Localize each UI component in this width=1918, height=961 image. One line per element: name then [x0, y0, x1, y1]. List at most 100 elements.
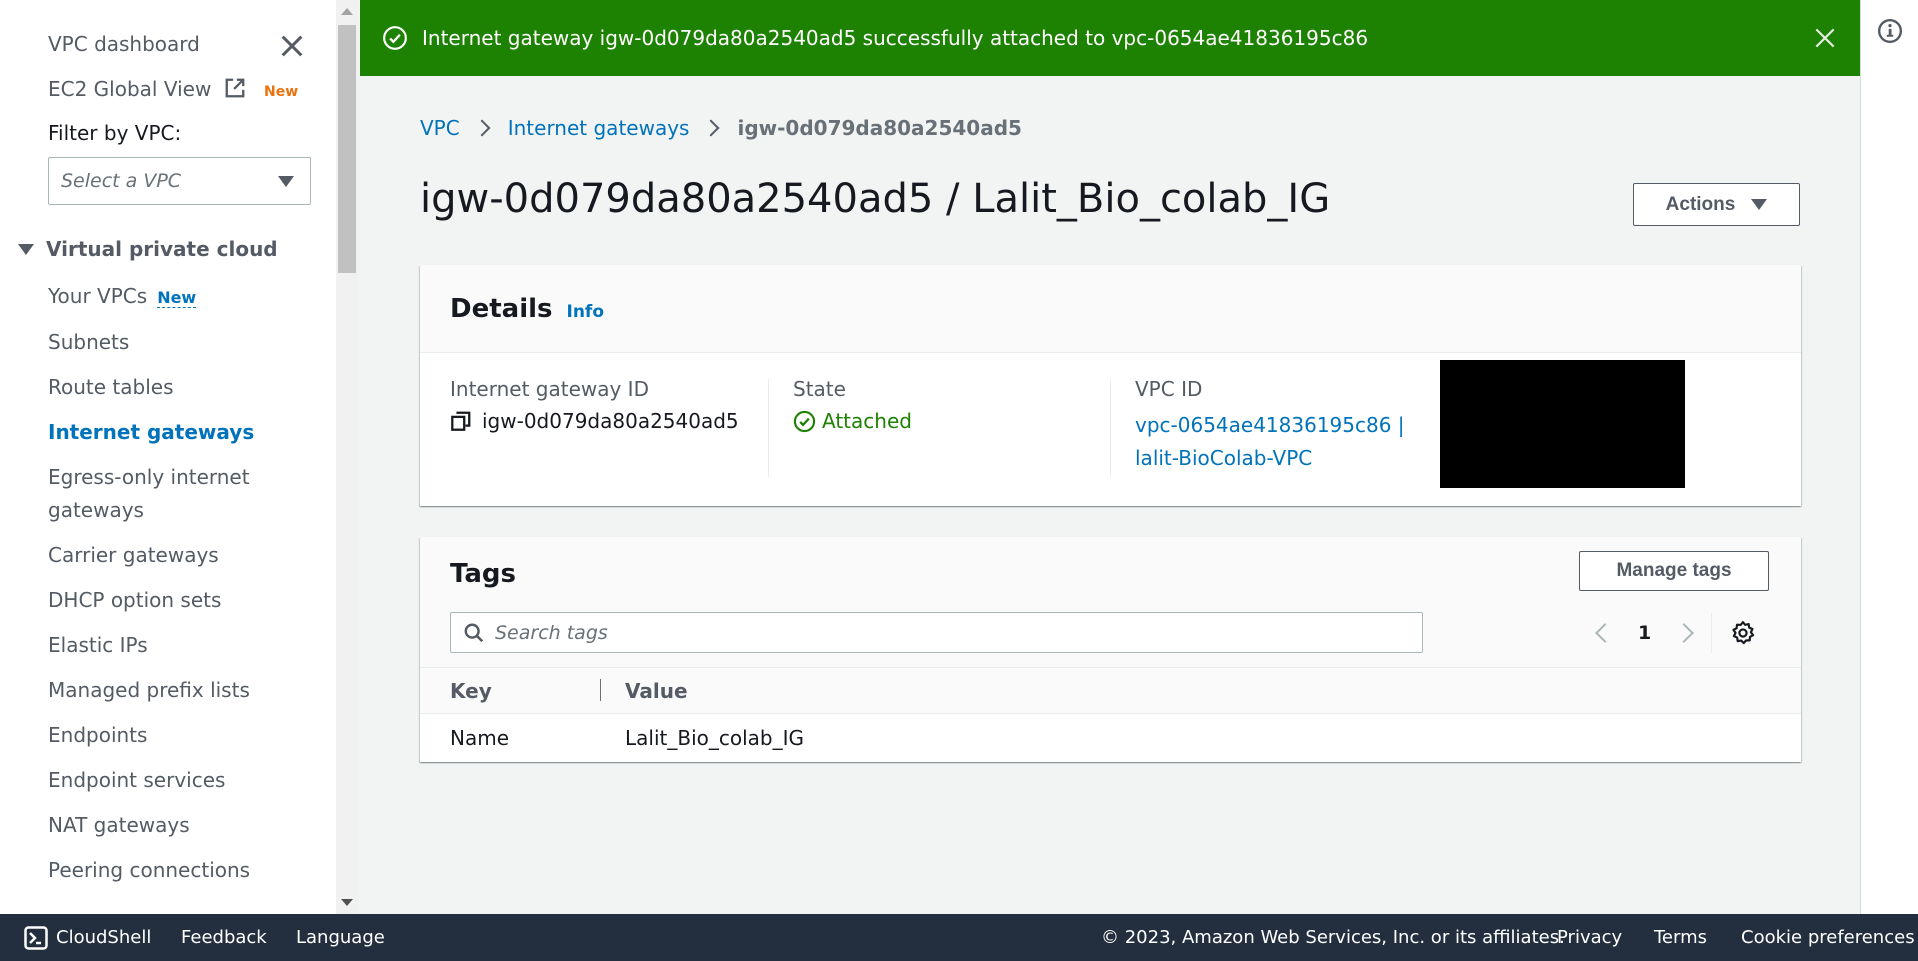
sidebar-item-elastic-ips[interactable]: Elastic IPs [48, 629, 318, 662]
column-header-value[interactable]: Value [625, 679, 688, 703]
sidebar-item-nat-gateways[interactable]: NAT gateways [48, 809, 318, 842]
details-body: Internet gateway ID igw-0d079da80a2540ad… [420, 353, 1801, 506]
sidebar-item-label: NAT gateways [48, 813, 190, 837]
tag-key-cell: Name [450, 725, 510, 750]
close-icon[interactable] [278, 32, 306, 60]
side-navigation: VPC dashboard EC2 Global View New Filter… [0, 0, 336, 914]
cloudshell-label: CloudShell [56, 927, 152, 948]
sidebar-item-endpoints[interactable]: Endpoints [48, 719, 318, 752]
cloudshell-button[interactable]: CloudShell [24, 925, 152, 950]
flash-message: Internet gateway igw-0d079da80a2540ad5 s… [422, 26, 1369, 50]
success-flash-banner: Internet gateway igw-0d079da80a2540ad5 s… [360, 0, 1860, 76]
sidebar-item-carrier-gateways[interactable]: Carrier gateways [48, 539, 318, 572]
vpc-filter-select[interactable]: Select a VPC [48, 157, 311, 205]
sidebar-vpc-dashboard[interactable]: VPC dashboard [48, 32, 200, 56]
sidebar-item-label: Managed prefix lists [48, 678, 250, 702]
sidebar-item-label: DHCP option sets [48, 588, 222, 612]
sidebar-item-label: Subnets [48, 330, 130, 354]
sidebar-item-managed-prefix-lists[interactable]: Managed prefix lists [48, 674, 318, 707]
sidebar-ec2-global-view[interactable]: EC2 Global View New [48, 77, 298, 101]
state-value: Attached [822, 409, 912, 433]
sidebar-item-label: Endpoints [48, 723, 148, 747]
cookie-preferences-link[interactable]: Cookie preferences [1741, 927, 1915, 948]
terms-link[interactable]: Terms [1654, 927, 1707, 948]
ec2-global-view-label: EC2 Global View [48, 77, 212, 101]
sidebar-section-virtual-private-cloud[interactable]: Virtual private cloud [18, 237, 278, 261]
column-header-key[interactable]: Key [450, 679, 492, 703]
sidebar-item-internet-gateways[interactable]: Internet gateways [48, 416, 318, 449]
sidebar-nav-list: Your VPCs New Subnets Route tables Intern… [48, 280, 318, 899]
vpc-id-label: VPC ID [1135, 377, 1203, 401]
chevron-right-icon [473, 119, 491, 137]
sidebar-item-your-vpcs[interactable]: Your VPCs New [48, 280, 318, 314]
vpc-name-link[interactable]: lalit-BioColab-VPC [1135, 442, 1405, 475]
sidebar-item-dhcp-option-sets[interactable]: DHCP option sets [48, 584, 318, 617]
vpc-id-link[interactable]: vpc-0654ae41836195c86 | [1135, 409, 1405, 442]
state-field: State Attached [793, 377, 912, 433]
breadcrumb-current: igw-0d079da80a2540ad5 [737, 116, 1022, 140]
scroll-down-arrow-icon[interactable] [341, 899, 353, 906]
state-label: State [793, 377, 846, 401]
breadcrumb-internet-gateways[interactable]: Internet gateways [508, 116, 690, 140]
details-title: Details [450, 293, 553, 324]
external-link-icon [225, 78, 245, 98]
tags-panel: Tags Manage tags 1 Key Value Name Lalit_… [420, 537, 1801, 762]
copyright-text: © 2023, Amazon Web Services, Inc. or its… [1101, 927, 1565, 948]
page-title: igw-0d079da80a2540ad5 / Lalit_Bio_colab_… [420, 176, 1331, 222]
caret-down-icon [18, 243, 34, 255]
info-link[interactable]: Info [567, 302, 605, 322]
sidebar-item-label: Egress-only internet gateways [48, 465, 250, 522]
tools-panel-strip [1860, 0, 1918, 914]
search-tags-input[interactable] [495, 621, 1395, 644]
vpc-filter-placeholder: Select a VPC [61, 170, 182, 192]
caret-down-icon [1751, 199, 1768, 210]
status-success-icon [793, 410, 816, 432]
tags-title: Tags [450, 559, 517, 589]
redacted-region [1440, 360, 1685, 488]
close-icon[interactable] [1812, 25, 1838, 51]
actions-button[interactable]: Actions [1633, 183, 1800, 226]
new-badge: New [157, 288, 197, 308]
vpc-dashboard-label: VPC dashboard [48, 32, 200, 56]
breadcrumb: VPC Internet gateways igw-0d079da80a2540… [420, 116, 1022, 140]
page-number[interactable]: 1 [1638, 622, 1651, 644]
gateway-id-field: Internet gateway ID igw-0d079da80a2540ad… [450, 377, 739, 433]
scrollbar-thumb[interactable] [338, 25, 356, 273]
gear-icon[interactable] [1730, 620, 1756, 646]
tag-value-cell: Lalit_Bio_colab_IG [625, 725, 805, 750]
sidebar-item-endpoint-services[interactable]: Endpoint services [48, 764, 318, 797]
chevron-right-icon [702, 119, 720, 137]
sidebar-item-route-tables[interactable]: Route tables [48, 371, 318, 404]
caret-down-icon [278, 176, 294, 187]
pager-divider [1711, 613, 1713, 653]
chevron-left-icon[interactable] [1595, 623, 1615, 643]
language-link[interactable]: Language [296, 927, 385, 948]
info-icon[interactable] [1877, 18, 1903, 44]
chevron-right-icon[interactable] [1674, 623, 1695, 643]
sidebar-scrollbar[interactable] [336, 0, 358, 914]
sidebar-item-label: Elastic IPs [48, 633, 148, 657]
sidebar-item-label: Route tables [48, 375, 174, 399]
scroll-up-arrow-icon[interactable] [341, 8, 353, 15]
sidebar-item-subnets[interactable]: Subnets [48, 326, 318, 359]
sidebar-item-label: Internet gateways [48, 420, 255, 444]
privacy-link[interactable]: Privacy [1557, 927, 1622, 948]
column-resizer[interactable] [600, 679, 601, 701]
details-header: Details Info [420, 265, 1801, 353]
details-panel: Details Info Internet gateway ID igw-0d0… [420, 265, 1801, 506]
sidebar-item-label: Carrier gateways [48, 543, 219, 567]
vpc-id-field: VPC ID vpc-0654ae41836195c86 | lalit-Bio… [1135, 377, 1405, 475]
sidebar-item-egress-only-internet-gateways[interactable]: Egress-only internet gateways [48, 461, 318, 527]
breadcrumb-vpc[interactable]: VPC [420, 116, 460, 140]
column-divider [768, 379, 769, 477]
section-label: Virtual private cloud [46, 237, 278, 261]
manage-tags-button[interactable]: Manage tags [1579, 551, 1769, 591]
sidebar-item-label: Peering connections [48, 858, 251, 882]
filter-by-vpc-label: Filter by VPC: [48, 121, 182, 145]
tags-table-header: Key Value [420, 668, 1801, 714]
tags-search-box[interactable] [450, 612, 1423, 653]
console-footer: CloudShell Feedback Language © 2023, Ama… [0, 914, 1918, 961]
copy-icon[interactable] [450, 410, 472, 432]
feedback-link[interactable]: Feedback [181, 927, 267, 948]
sidebar-item-peering-connections[interactable]: Peering connections [48, 854, 318, 887]
